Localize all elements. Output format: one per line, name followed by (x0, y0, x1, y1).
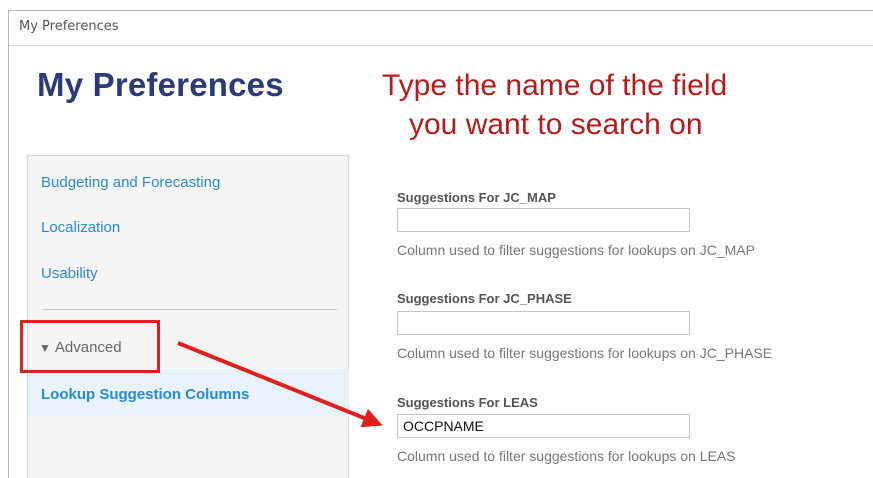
advanced-section-label: Advanced (54, 339, 122, 356)
field-label-jc-phase: Suggestions For JC_PHASE (397, 291, 572, 306)
field-help-leas: Column used to filter suggestions for lo… (397, 448, 736, 464)
suggestions-leas-input[interactable] (397, 414, 690, 438)
suggestions-jc-map-input[interactable] (397, 208, 690, 232)
field-label-leas: Suggestions For LEAS (397, 395, 538, 410)
window-title: My Preferences (19, 19, 119, 34)
field-label-jc-map: Suggestions For JC_MAP (397, 190, 556, 205)
instruction-line-2: you want to search on (409, 108, 703, 141)
field-help-jc-phase: Column used to filter suggestions for lo… (397, 345, 773, 361)
field-help-jc-map: Column used to filter suggestions for lo… (397, 242, 755, 258)
sidebar-item-localization[interactable]: Localization (41, 219, 120, 236)
sidebar-divider (43, 309, 337, 310)
title-divider (9, 45, 873, 46)
advanced-section-toggle[interactable]: ▼ Advanced (39, 339, 122, 356)
preferences-sidebar: Budgeting and Forecasting Localization U… (27, 155, 349, 478)
sidebar-item-label: Lookup Suggestion Columns (41, 386, 250, 403)
sidebar-item-budgeting[interactable]: Budgeting and Forecasting (41, 174, 220, 191)
instruction-annotation: Type the name of the field you want to s… (382, 66, 802, 144)
suggestions-jc-phase-input[interactable] (397, 311, 690, 335)
instruction-line-1: Type the name of the field (382, 69, 728, 102)
page-title: My Preferences (37, 66, 284, 103)
sidebar-item-lookup-suggestion-columns[interactable]: Lookup Suggestion Columns (28, 369, 349, 416)
caret-down-icon: ▼ (39, 341, 51, 355)
sidebar-item-usability[interactable]: Usability (41, 265, 98, 282)
